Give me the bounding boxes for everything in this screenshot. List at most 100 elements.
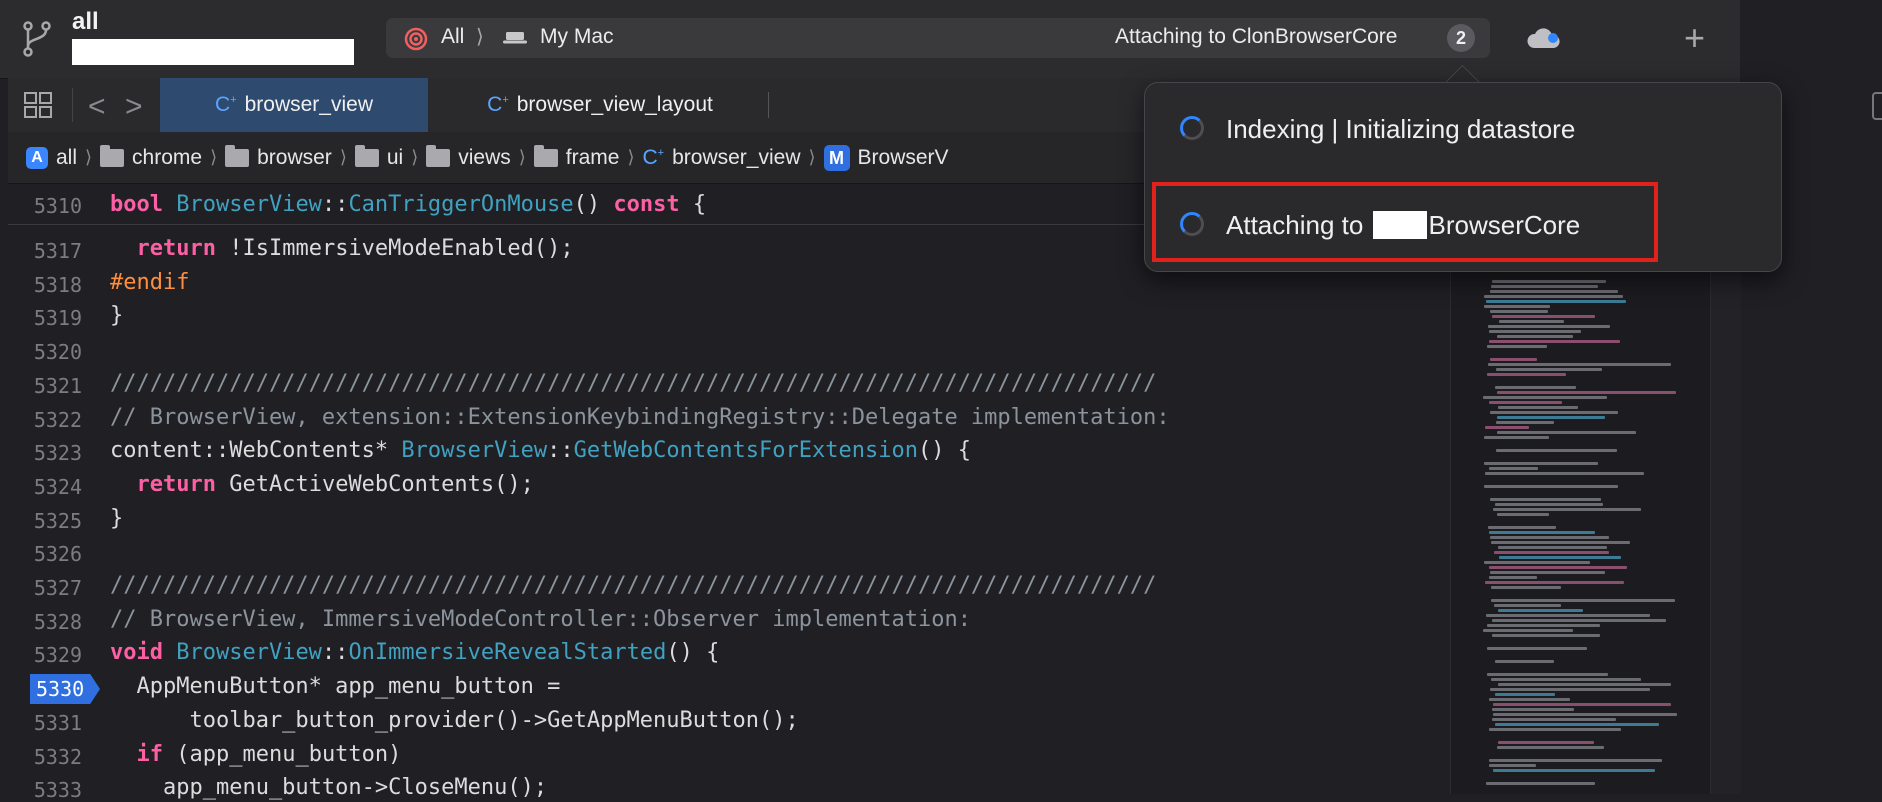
code-minimap[interactable]: [1450, 184, 1711, 794]
chevron-right-icon: ⟩: [85, 147, 93, 167]
tab-browser-view[interactable]: C+ browser_view: [160, 78, 428, 132]
minimap-line: [1498, 683, 1672, 686]
code-line: // BrowserView, extension::ExtensionKeyb…: [110, 405, 1170, 430]
code-token: return: [136, 471, 216, 497]
code-token: // BrowserView, ImmersiveModeController:…: [110, 606, 971, 632]
annotation-highlight-box: [1152, 182, 1658, 262]
minimap-line: [1491, 586, 1562, 589]
code-token: void: [110, 640, 163, 666]
minimap-line: [1494, 551, 1609, 554]
code-token: ::: [321, 192, 349, 217]
code-token: ////////////////////////////////////////…: [110, 370, 1157, 396]
minimap-line: [1494, 503, 1603, 506]
minimap-line: [1492, 713, 1677, 716]
chevron-right-icon: ⟩: [808, 147, 816, 167]
mac-device-icon: [503, 32, 527, 44]
vertical-scrollbar[interactable]: [1710, 184, 1741, 794]
minimap-line: [1493, 604, 1562, 607]
folder-icon: [426, 144, 451, 167]
code-token: GetActiveWebContents();: [215, 471, 534, 497]
tab-browser-view-layout[interactable]: C+ browser_view_layout: [430, 78, 770, 132]
progress-spinner-icon: [1180, 116, 1204, 140]
breadcrumb-item-ui[interactable]: ui: [354, 144, 403, 170]
minimap-line: [1491, 599, 1676, 602]
breadcrumb-label: BrowserV: [857, 145, 949, 169]
minimap-line: [1488, 759, 1662, 762]
cloud-status-icon[interactable]: [1526, 26, 1562, 52]
navigate-back-icon[interactable]: <: [88, 90, 106, 124]
code-token: bool: [110, 192, 163, 217]
minimap-line: [1490, 571, 1606, 574]
line-number: 5321: [33, 373, 82, 398]
breadcrumb-item-symbol[interactable]: M BrowserV: [823, 144, 949, 171]
minimap-line: [1491, 634, 1601, 637]
minimap-line: [1492, 703, 1671, 706]
cpp-file-icon: C+: [215, 93, 237, 116]
line-number: 5326: [33, 542, 82, 567]
minimap-line: [1485, 426, 1530, 429]
activity-status-text[interactable]: Attaching to ClonBrowserCore: [1115, 25, 1397, 49]
line-number: 5324: [33, 474, 82, 499]
minimap-line: [1489, 290, 1618, 293]
code-token: (): [573, 192, 614, 217]
chevron-right-icon: ⟩: [476, 26, 484, 48]
related-items-grid-icon[interactable]: [24, 92, 52, 118]
minimap-line: [1494, 723, 1659, 726]
activity-count-badge[interactable]: 2: [1447, 24, 1475, 52]
breadcrumb-item-browser-view[interactable]: C+ browser_view: [643, 146, 801, 170]
line-number: 5328: [33, 609, 82, 634]
project-name[interactable]: all: [72, 8, 99, 36]
minimap-line: [1489, 401, 1562, 404]
code-token: () {: [917, 438, 971, 464]
cpp-file-icon: C+: [487, 93, 509, 116]
code-line: bool BrowserView::CanTriggerOnMouse() co…: [110, 192, 706, 217]
navigate-forward-icon[interactable]: >: [125, 90, 143, 124]
code-token: }: [110, 505, 124, 531]
folder-icon: [354, 144, 379, 167]
cpp-file-icon: C+: [642, 145, 665, 169]
code-line: return !IsImmersiveModeEnabled();: [110, 236, 574, 261]
current-line-number-indicator[interactable]: 5330: [30, 674, 100, 704]
chevron-right-icon: ⟩: [339, 147, 347, 167]
breadcrumb-label: browser: [257, 145, 332, 169]
inspector-toggle-icon[interactable]: [1872, 92, 1882, 120]
method-symbol-icon: M: [823, 144, 850, 171]
minimap-line: [1490, 310, 1549, 313]
breadcrumb-item-browser[interactable]: browser: [225, 144, 332, 170]
minimap-line: [1485, 300, 1627, 303]
minimap-line: [1496, 746, 1605, 749]
minimap-line: [1484, 485, 1618, 488]
code-token: #endif: [110, 269, 190, 295]
code-line: app_menu_button->CloseMenu();: [110, 775, 547, 800]
scheme-selector[interactable]: All: [441, 25, 464, 49]
run-destination-selector[interactable]: My Mac: [540, 25, 614, 49]
minimap-line: [1496, 391, 1676, 394]
add-icon[interactable]: +: [1684, 20, 1705, 56]
minimap-line: [1483, 305, 1551, 308]
source-control-branch-icon[interactable]: [20, 20, 54, 58]
chevron-right-icon: ⟩: [210, 147, 218, 167]
folder-icon: [100, 144, 125, 167]
folder-icon: [225, 144, 250, 167]
minimap-line: [1483, 396, 1607, 399]
breadcrumb-item-all[interactable]: Aall: [26, 146, 77, 170]
minimap-line: [1496, 416, 1606, 419]
line-number: 5323: [33, 441, 82, 466]
minimap-line: [1485, 581, 1625, 584]
tab-label: browser_view: [244, 93, 373, 116]
code-line: // BrowserView, ImmersiveModeController:…: [110, 607, 971, 632]
minimap-line: [1488, 764, 1537, 767]
code-token: !IsImmersiveModeEnabled();: [215, 236, 574, 261]
minimap-line: [1487, 673, 1608, 676]
line-number: 5329: [33, 643, 82, 668]
code-token: if: [136, 741, 164, 767]
minimap-line: [1489, 566, 1628, 569]
breadcrumb-item-frame[interactable]: frame: [533, 144, 619, 170]
minimap-line: [1497, 741, 1595, 744]
line-number: 5310: [33, 194, 82, 218]
breadcrumb-item-chrome[interactable]: chrome: [100, 144, 202, 170]
code-token: AppMenuButton* app_menu_button =: [110, 674, 561, 700]
minimap-line: [1488, 330, 1582, 333]
code-line: return GetActiveWebContents();: [110, 472, 534, 497]
breadcrumb-item-views[interactable]: views: [426, 144, 511, 170]
